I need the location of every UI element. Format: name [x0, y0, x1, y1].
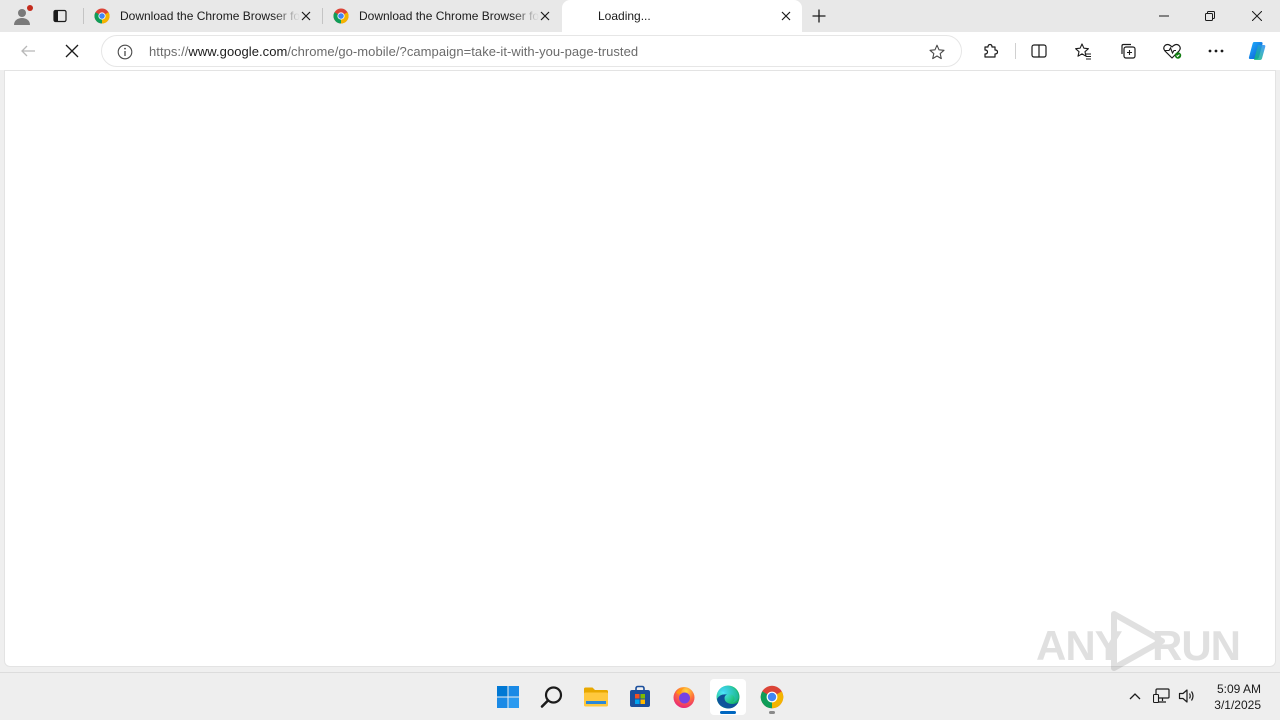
url-path: /chrome/go-mobile/?campaign=take-it-with… [287, 44, 639, 59]
show-hidden-icons-button[interactable] [1124, 685, 1146, 707]
search-button[interactable] [534, 679, 570, 715]
close-icon[interactable] [778, 8, 794, 24]
chrome-icon [760, 685, 784, 709]
page-content-area[interactable] [4, 70, 1276, 667]
active-app-indicator [720, 711, 736, 714]
plus-icon [812, 9, 826, 23]
tab-strip: Download the Chrome Browser for Your Mob… [0, 0, 1280, 32]
close-icon[interactable] [298, 8, 314, 24]
windows-start-icon [497, 686, 519, 708]
heart-pulse-icon [1163, 43, 1182, 59]
tab-actions-icon [53, 9, 67, 23]
favorites-button[interactable] [1069, 37, 1097, 65]
minimize-button[interactable] [1141, 0, 1187, 32]
tab-title: Download the Chrome Browser for Your Mob… [120, 9, 300, 23]
firefox-button[interactable] [666, 679, 702, 715]
search-icon [540, 686, 563, 708]
favorites-star-icon [1075, 43, 1091, 60]
watermark-right: RUN [1152, 622, 1241, 669]
close-icon[interactable] [537, 8, 553, 24]
more-dots-icon [1208, 49, 1224, 53]
chrome-icon [333, 8, 349, 24]
stop-icon [65, 44, 79, 58]
tab-actions-button[interactable] [48, 4, 72, 28]
file-explorer-icon [584, 687, 608, 707]
split-screen-button[interactable] [1025, 37, 1053, 65]
tab-title: Download the Chrome Browser for Your Mob… [359, 9, 539, 23]
network-status-button[interactable] [1151, 685, 1173, 707]
minimize-icon [1159, 15, 1169, 17]
stop-loading-button[interactable] [58, 37, 86, 65]
windows-taskbar: 5:09 AM 3/1/2025 [0, 672, 1280, 720]
add-favorite-star-icon[interactable] [927, 42, 947, 62]
tab-loading-active[interactable]: Loading... [562, 0, 802, 32]
back-arrow-icon [21, 45, 35, 57]
notification-dot [27, 5, 33, 11]
collections-icon [1121, 43, 1136, 59]
url-host: www.google.com [188, 44, 288, 59]
url-scheme: https:// [149, 44, 189, 59]
collections-button[interactable] [1114, 37, 1142, 65]
toolbar-separator [1015, 43, 1016, 59]
close-icon [1252, 11, 1262, 21]
puzzle-icon [984, 43, 999, 58]
anyrun-watermark: ANY RUN [1036, 608, 1241, 672]
settings-more-button[interactable] [1202, 37, 1230, 65]
copilot-icon [1248, 42, 1266, 60]
microsoft-store-button[interactable] [622, 679, 658, 715]
microsoft-store-icon [630, 685, 650, 707]
clock-time: 5:09 AM [1216, 682, 1261, 696]
close-window-button[interactable] [1234, 0, 1280, 32]
running-app-indicator [769, 711, 775, 714]
taskbar-clock[interactable]: 5:09 AM 3/1/2025 [1214, 681, 1261, 713]
site-info-icon[interactable] [116, 43, 134, 61]
back-button[interactable] [14, 37, 42, 65]
split-screen-icon [1031, 44, 1047, 58]
copilot-button[interactable] [1243, 37, 1271, 65]
browser-essentials-button[interactable] [1158, 37, 1186, 65]
network-icon [1153, 688, 1170, 704]
tab-chrome-download-2[interactable]: Download the Chrome Browser for Your Mob… [323, 0, 561, 32]
windows-start-button[interactable] [490, 679, 526, 715]
edge-button[interactable] [710, 679, 746, 715]
profile-avatar-icon[interactable] [10, 4, 34, 28]
tab-chrome-download-1[interactable]: Download the Chrome Browser for Your Mob… [84, 0, 322, 32]
url-text[interactable]: https://www.google.com/chrome/go-mobile/… [149, 44, 638, 59]
edge-icon [716, 685, 740, 709]
clock-date: 3/1/2025 [1214, 698, 1261, 712]
restore-button[interactable] [1187, 0, 1233, 32]
extensions-button[interactable] [977, 37, 1005, 65]
tab-title: Loading... [598, 9, 651, 23]
volume-button[interactable] [1176, 685, 1198, 707]
firefox-icon [673, 687, 695, 708]
chrome-icon [94, 8, 110, 24]
chevron-up-icon [1129, 693, 1141, 700]
file-explorer-button[interactable] [578, 679, 614, 715]
browser-toolbar: https://www.google.com/chrome/go-mobile/… [0, 32, 1280, 70]
address-bar[interactable]: https://www.google.com/chrome/go-mobile/… [101, 35, 962, 67]
restore-icon [1205, 11, 1215, 21]
chrome-button[interactable] [754, 679, 790, 715]
new-tab-button[interactable] [808, 5, 830, 27]
speaker-icon [1178, 689, 1194, 703]
